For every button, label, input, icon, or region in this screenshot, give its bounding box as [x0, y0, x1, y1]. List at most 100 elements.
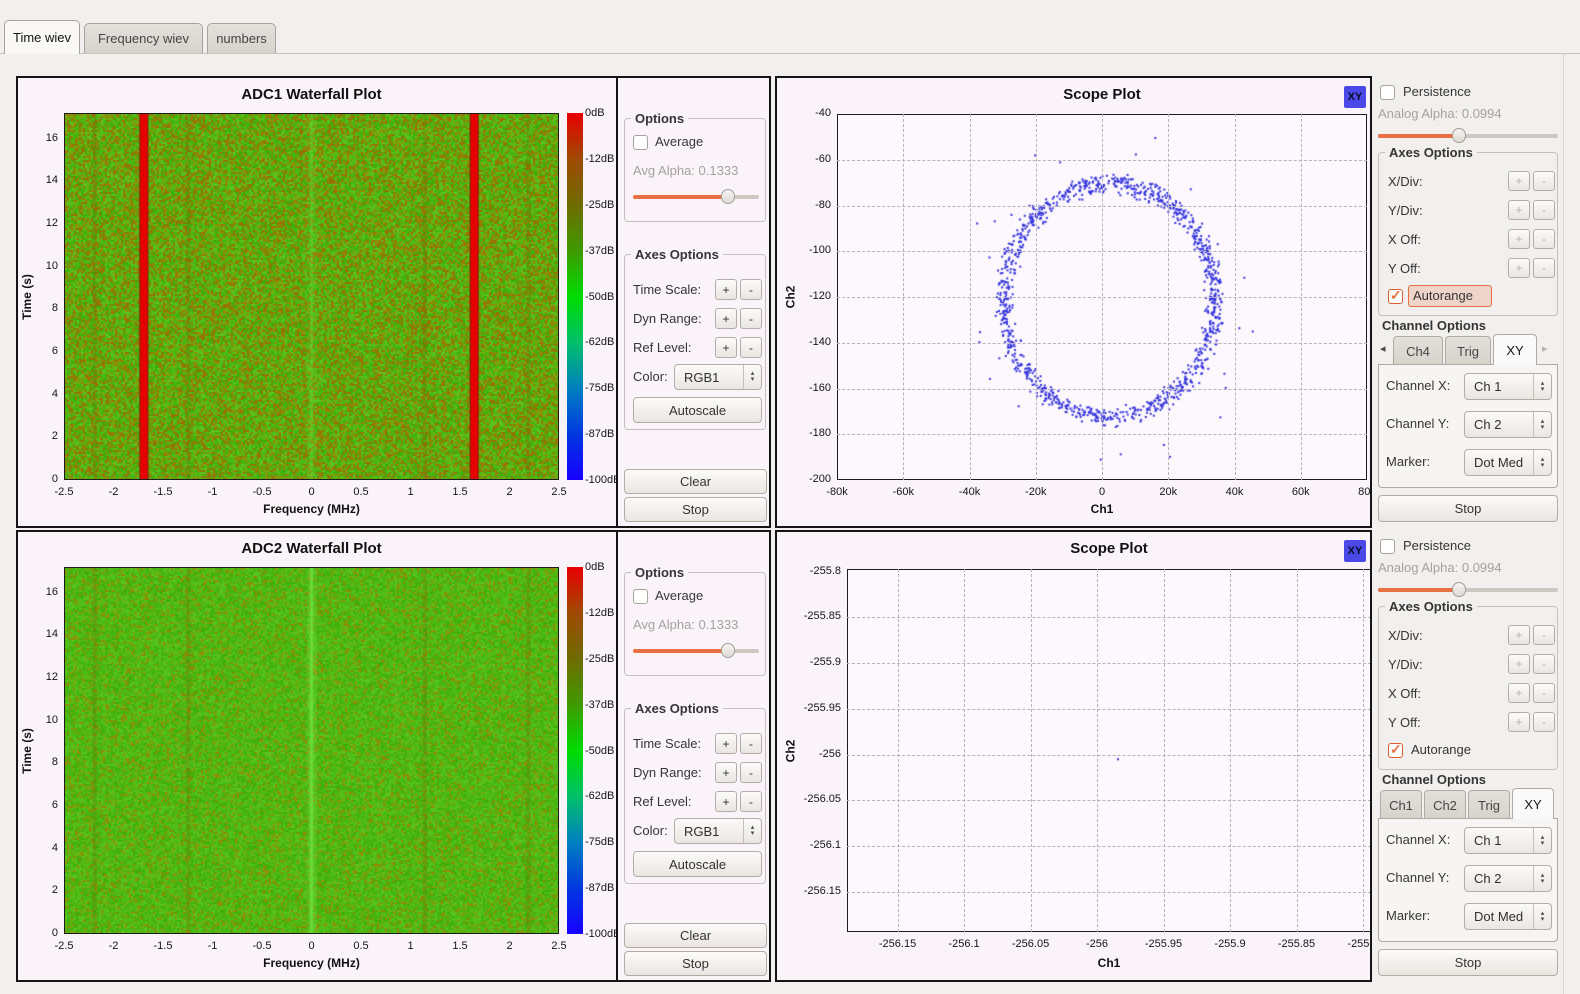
spinner-arrows-icon[interactable]: ▴▾ [1533, 828, 1551, 853]
dyn-range-plus-button[interactable]: + [715, 308, 737, 329]
color-select[interactable]: RGB1 ▴▾ [674, 364, 762, 390]
y-tick-label: 14 [16, 174, 58, 186]
grid-line-horizontal [837, 389, 1367, 390]
spinner-arrows-icon[interactable]: ▴▾ [1533, 866, 1551, 891]
time-scale-minus-button[interactable]: - [740, 279, 762, 300]
channel-y-select[interactable]: Ch 2 ▴▾ [1464, 411, 1552, 438]
channel-tab-ch1[interactable]: Ch1 [1380, 790, 1422, 819]
average-checkbox[interactable] [633, 135, 648, 150]
channel-tab-xy[interactable]: XY [1512, 788, 1554, 819]
channel-x-select[interactable]: Ch 1 ▴▾ [1464, 827, 1552, 854]
marker-select[interactable]: Dot Med ▴▾ [1464, 449, 1552, 476]
scope2-plot-area [847, 569, 1371, 932]
channel-tab-trig[interactable]: Trig [1445, 336, 1491, 365]
channel-tab-xy[interactable]: XY [1493, 334, 1537, 365]
autorange-checkbox[interactable] [1388, 289, 1403, 304]
xoff-minus-button[interactable]: - [1533, 683, 1555, 703]
tab-time-view[interactable]: Time wiev [4, 20, 80, 54]
scope-stop-button[interactable]: Stop [1378, 949, 1558, 976]
channel-tab-ch2[interactable]: Ch2 [1424, 790, 1466, 819]
x-tick-label: -20k [1008, 486, 1064, 498]
xdiv-minus-button[interactable]: - [1533, 171, 1555, 191]
y-tick-label: -256.15 [799, 885, 841, 897]
xdiv-plus-button[interactable]: + [1508, 625, 1530, 645]
ydiv-minus-button[interactable]: - [1533, 654, 1555, 674]
spinner-arrows-icon[interactable]: ▴▾ [1533, 374, 1551, 399]
slider-handle[interactable] [1452, 128, 1466, 143]
spinner-arrows-icon[interactable]: ▴▾ [743, 365, 761, 389]
ydiv-plus-button[interactable]: + [1508, 200, 1530, 220]
yoff-minus-button[interactable]: - [1533, 258, 1555, 278]
spinner-arrows-icon[interactable]: ▴▾ [1533, 412, 1551, 437]
scope-stop-button[interactable]: Stop [1378, 495, 1558, 522]
colorbar-tick-label: -25dB [585, 199, 614, 211]
slider-handle[interactable] [721, 643, 735, 658]
tab-numbers[interactable]: numbers [207, 23, 276, 53]
y-tick-label: -40 [789, 107, 831, 119]
colorbar-tick-label: -12dB [585, 153, 614, 165]
grid-line-horizontal [837, 251, 1367, 252]
clear-button[interactable]: Clear [624, 923, 767, 948]
dyn-range-label: Dyn Range: [633, 765, 702, 780]
slider-handle[interactable] [721, 189, 735, 204]
grid-line-vertical [1097, 569, 1098, 932]
autorange-checkbox[interactable] [1388, 743, 1403, 758]
waterfall1-title: ADC1 Waterfall Plot [64, 86, 559, 103]
ref-level-label: Ref Level: [633, 340, 692, 355]
ref-level-minus-button[interactable]: - [740, 791, 762, 812]
ref-level-plus-button[interactable]: + [715, 791, 737, 812]
avg-alpha-slider[interactable] [633, 189, 759, 204]
ydiv-minus-button[interactable]: - [1533, 200, 1555, 220]
channel-tab-trig[interactable]: Trig [1468, 790, 1510, 819]
xoff-plus-button[interactable]: + [1508, 683, 1530, 703]
color-select[interactable]: RGB1 ▴▾ [674, 818, 762, 844]
average-checkbox[interactable] [633, 589, 648, 604]
avg-alpha-slider[interactable] [633, 643, 759, 658]
xdiv-minus-button[interactable]: - [1533, 625, 1555, 645]
tab-label: Ch2 [1433, 798, 1457, 813]
y-tick-label: -256 [799, 748, 841, 760]
slider-handle[interactable] [1452, 582, 1466, 597]
xdiv-label: X/Div: [1388, 174, 1423, 189]
dyn-range-minus-button[interactable]: - [740, 308, 762, 329]
yoff-plus-button[interactable]: + [1508, 712, 1530, 732]
marker-select[interactable]: Dot Med ▴▾ [1464, 903, 1552, 930]
time-scale-minus-button[interactable]: - [740, 733, 762, 754]
yoff-plus-button[interactable]: + [1508, 258, 1530, 278]
grid-line-horizontal [847, 755, 1371, 756]
tab-frequency-view[interactable]: Frequency wiev [84, 23, 203, 53]
y-tick-label: -255.95 [799, 702, 841, 714]
channel-tab-ch4[interactable]: Ch4 [1393, 336, 1443, 365]
autorange-label: Autorange [1411, 742, 1471, 757]
ydiv-plus-button[interactable]: + [1508, 654, 1530, 674]
ref-level-minus-button[interactable]: - [740, 337, 762, 358]
clear-button[interactable]: Clear [624, 469, 767, 494]
autoscale-button[interactable]: Autoscale [633, 397, 762, 423]
spinner-arrows-icon[interactable]: ▴▾ [1533, 450, 1551, 475]
persistence-checkbox[interactable] [1380, 539, 1395, 554]
spinner-arrows-icon[interactable]: ▴▾ [1533, 904, 1551, 929]
stop-button[interactable]: Stop [624, 497, 767, 522]
spinner-arrows-icon[interactable]: ▴▾ [743, 819, 761, 843]
dyn-range-minus-button[interactable]: - [740, 762, 762, 783]
yoff-minus-button[interactable]: - [1533, 712, 1555, 732]
time-scale-plus-button[interactable]: + [715, 733, 737, 754]
analog-alpha-slider[interactable] [1378, 582, 1558, 597]
tab-scroll-right-icon[interactable]: ▸ [1542, 342, 1548, 355]
dyn-range-plus-button[interactable]: + [715, 762, 737, 783]
scope2-ylabel: Ch2 [783, 740, 797, 763]
channel-y-select[interactable]: Ch 2 ▴▾ [1464, 865, 1552, 892]
time-scale-plus-button[interactable]: + [715, 279, 737, 300]
tab-scroll-left-icon[interactable]: ◂ [1380, 342, 1386, 355]
tab-label: Time wiev [13, 30, 71, 45]
autoscale-button[interactable]: Autoscale [633, 851, 762, 877]
persistence-checkbox[interactable] [1380, 85, 1395, 100]
xoff-plus-button[interactable]: + [1508, 229, 1530, 249]
xoff-minus-button[interactable]: - [1533, 229, 1555, 249]
stop-button[interactable]: Stop [624, 951, 767, 976]
analog-alpha-slider[interactable] [1378, 128, 1558, 143]
ref-level-plus-button[interactable]: + [715, 337, 737, 358]
slider-fill [633, 649, 728, 653]
xdiv-plus-button[interactable]: + [1508, 171, 1530, 191]
channel-x-select[interactable]: Ch 1 ▴▾ [1464, 373, 1552, 400]
